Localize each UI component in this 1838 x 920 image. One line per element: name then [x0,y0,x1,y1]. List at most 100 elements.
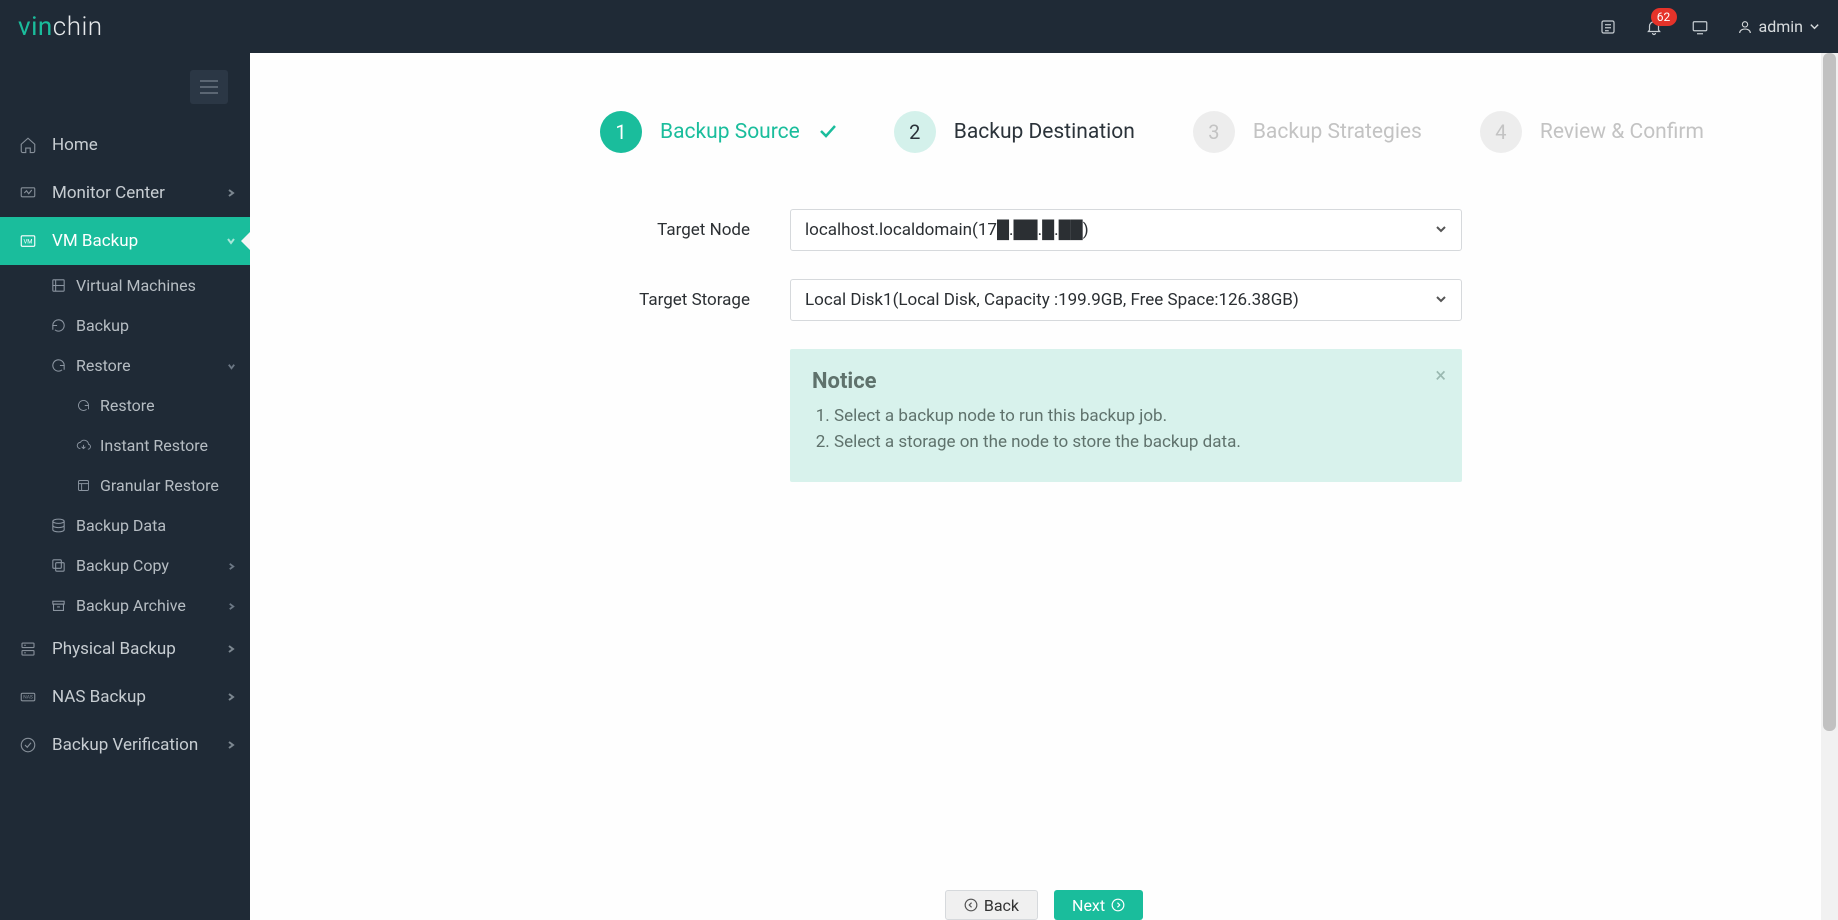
chevron-right-icon [226,639,236,659]
arrow-left-icon [964,898,978,912]
sub-label: Backup Archive [76,596,186,615]
sidebar-item-backup-verification[interactable]: Backup Verification [0,721,250,769]
copy-icon [48,555,68,575]
monitor-icon[interactable] [1691,18,1709,36]
sub2-restore[interactable]: Restore [0,385,250,425]
target-storage-row: Target Storage Local Disk1(Local Disk, C… [250,279,1838,321]
target-node-select[interactable]: localhost.localdomain(17█.██.█.██) [790,209,1462,251]
sidebar-label: Backup Verification [52,735,198,755]
home-icon [17,134,39,156]
step-number: 4 [1480,111,1522,153]
sidebar-label: NAS Backup [52,687,146,707]
wizard-footer: Back Next [250,890,1838,920]
sub-restore[interactable]: Restore [0,345,250,385]
physical-icon [17,638,39,660]
archive-icon [48,595,68,615]
sub-backup[interactable]: Backup [0,305,250,345]
back-label: Back [984,896,1019,915]
sub-backup-copy[interactable]: Backup Copy [0,545,250,585]
nas-icon: NAS [17,686,39,708]
target-node-value: localhost.localdomain(17█.██.█.██) [805,220,1089,240]
sidebar-collapse [0,53,250,121]
sub-label: Backup [76,316,129,335]
sub-label: Backup Data [76,516,166,535]
step-label: Backup Strategies [1253,120,1422,144]
sidebar-label: Monitor Center [52,183,165,203]
step-3[interactable]: 3 Backup Strategies [1193,111,1422,153]
user-icon [1737,19,1753,35]
chevron-right-icon [226,183,236,203]
step-label: Backup Destination [954,120,1135,144]
target-storage-value: Local Disk1(Local Disk, Capacity :199.9G… [805,290,1299,310]
check-icon [820,123,836,142]
step-number: 3 [1193,111,1235,153]
vm-backup-submenu: Virtual Machines Backup Restore Restore [0,265,250,625]
sidebar: Home Monitor Center VM VM Backup Virtual… [0,53,250,920]
wizard-stepper: 1 Backup Source 2 Backup Destination 3 B… [250,53,1838,173]
sub-backup-data[interactable]: Backup Data [0,505,250,545]
back-button[interactable]: Back [945,890,1038,920]
step-2[interactable]: 2 Backup Destination [894,111,1135,153]
sidebar-label: Home [52,135,98,155]
target-storage-select[interactable]: Local Disk1(Local Disk, Capacity :199.9G… [790,279,1462,321]
sidebar-item-home[interactable]: Home [0,121,250,169]
sidebar-item-physical-backup[interactable]: Physical Backup [0,625,250,673]
sidebar-label: Physical Backup [52,639,176,659]
sub2-label: Restore [100,396,155,415]
sub-label: Restore [76,356,131,375]
svg-text:VM: VM [23,238,32,245]
chevron-right-icon [227,556,236,575]
sidebar-item-monitor[interactable]: Monitor Center [0,169,250,217]
step-label: Backup Source [660,120,800,144]
notice-item: Select a storage on the node to store th… [834,432,1440,452]
notification-badge: 62 [1651,8,1677,26]
user-menu[interactable]: admin [1737,17,1820,36]
server-icon [48,275,68,295]
chevron-down-icon [1435,220,1447,240]
sub2-instant-restore[interactable]: Instant Restore [0,425,250,465]
notice-list: Select a backup node to run this backup … [812,406,1440,452]
sub-label: Backup Copy [76,556,169,575]
sidebar-label: VM Backup [52,231,138,251]
log-icon[interactable] [1599,18,1617,36]
step-1[interactable]: 1 Backup Source [600,111,836,153]
monitor-center-icon [17,182,39,204]
brand-logo[interactable]: vinchin [18,12,103,42]
notice-item: Select a backup node to run this backup … [834,406,1440,426]
chevron-down-icon [226,231,236,251]
next-button[interactable]: Next [1054,890,1143,920]
target-storage-label: Target Storage [250,290,790,310]
bell-icon[interactable]: 62 [1645,18,1663,36]
notice-box: Notice Select a backup node to run this … [790,349,1462,482]
page-scrollbar[interactable] [1821,53,1838,920]
granular-icon [74,476,92,494]
chevron-down-icon [227,356,236,375]
hamburger-icon [200,80,218,94]
brand-rest: chin [53,12,103,42]
sidebar-item-nas-backup[interactable]: NAS NAS Backup [0,673,250,721]
sidebar-item-vm-backup[interactable]: VM VM Backup [0,217,250,265]
chevron-down-icon [1809,21,1820,32]
scrollbar-thumb[interactable] [1823,53,1836,731]
sub2-label: Instant Restore [100,436,208,455]
sub-virtual-machines[interactable]: Virtual Machines [0,265,250,305]
main-content: 1 Backup Source 2 Backup Destination 3 B… [250,53,1838,920]
hamburger-button[interactable] [190,70,228,104]
step-number: 1 [600,111,642,153]
refresh-icon [48,315,68,335]
chevron-right-icon [226,735,236,755]
user-name: admin [1759,17,1803,36]
topbar: vinchin 62 admin [0,0,1838,53]
sub2-label: Granular Restore [100,476,219,495]
step-4[interactable]: 4 Review & Confirm [1480,111,1704,153]
chevron-right-icon [227,596,236,615]
close-icon[interactable]: × [1435,363,1446,387]
restore-submenu: Restore Instant Restore Granular Restore [0,385,250,505]
sub2-granular-restore[interactable]: Granular Restore [0,465,250,505]
notice-title: Notice [812,369,1440,394]
target-node-row: Target Node localhost.localdomain(17█.██… [250,209,1838,251]
target-node-label: Target Node [250,220,790,240]
sub-backup-archive[interactable]: Backup Archive [0,585,250,625]
destination-form: Target Node localhost.localdomain(17█.██… [250,173,1838,482]
database-icon [48,515,68,535]
